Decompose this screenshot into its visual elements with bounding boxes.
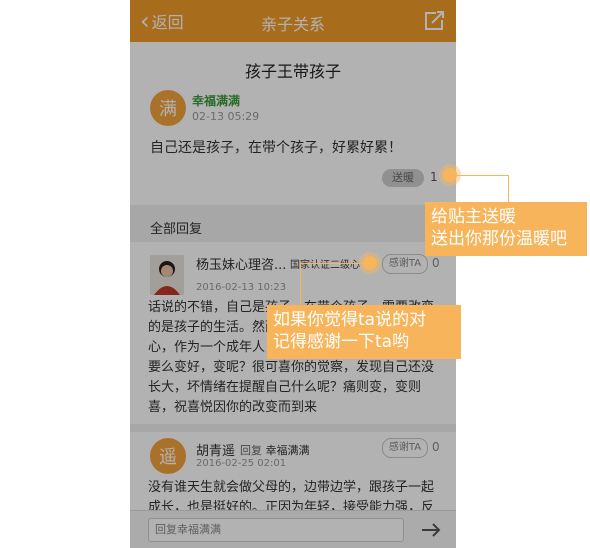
thank-count: 0 — [432, 256, 440, 270]
reply-author[interactable]: 胡青遥 — [196, 440, 235, 459]
thank-tip: 如果你觉得ta说的对 记得感谢一下ta哟 — [267, 305, 461, 359]
post-title: 孩子王带孩子 — [244, 62, 341, 81]
thank-button[interactable]: 感谢TA — [382, 438, 428, 458]
avatar-photo[interactable] — [150, 255, 184, 295]
app-screen: ‹ 返回 亲子关系 孩子王带孩子 满 幸福满满 02-13 05:29 自己还是… — [130, 0, 456, 548]
page-title: 亲子关系 — [260, 15, 325, 34]
warm-button[interactable]: 送暖 — [382, 169, 424, 187]
section-title: 全部回复 — [150, 222, 203, 237]
tip-line — [300, 263, 364, 264]
reply-author[interactable]: 杨玉妹心理咨... — [196, 254, 286, 273]
warm-tip-line1: 给贴主送暖 — [431, 207, 516, 227]
post-author[interactable]: 幸福满满 — [192, 92, 240, 109]
avatar[interactable]: 满 — [150, 90, 186, 126]
tip-line — [300, 263, 301, 305]
reply-list: 杨玉妹心理咨... 国家认证二级心 感谢TA 0 2016-02-13 10:2… — [130, 242, 456, 514]
reply-input[interactable]: 回复幸福满满 — [148, 518, 404, 542]
warm-tip-line2: 送出你那份温暖吧 — [431, 229, 567, 249]
warm-tip: 给贴主送暖 送出你那份温暖吧 — [425, 202, 587, 256]
reply-word: 回复 — [240, 444, 262, 457]
thank-button[interactable]: 感谢TA — [382, 254, 428, 274]
reply-target: 回复 幸福满满 — [240, 442, 310, 458]
top-bar: ‹ 返回 亲子关系 — [130, 0, 456, 42]
thank-tip-line1: 如果你觉得ta说的对 — [273, 310, 427, 330]
reply-bar: 回复幸福满满 — [130, 510, 456, 548]
thank-count: 0 — [432, 440, 440, 454]
reply-time: 2016-02-25 02:01 — [196, 458, 287, 469]
warm-count: 1 — [430, 170, 438, 184]
replies-header: 全部回复 — [130, 212, 456, 240]
thank-highlight — [363, 256, 377, 270]
post-card: 孩子王带孩子 满 幸福满满 02-13 05:29 自己还是孩子，在带个孩子，好… — [130, 42, 456, 205]
tip-line — [508, 175, 509, 202]
divider — [130, 424, 456, 432]
post-body: 自己还是孩子，在带个孩子，好累好累！ — [150, 140, 402, 156]
reply-to-user[interactable]: 幸福满满 — [266, 444, 310, 457]
share-icon[interactable] — [422, 9, 446, 33]
person-photo-icon — [150, 255, 184, 295]
reply-body: 没有谁天生就会做父母的，边带边学，跟孩子一起成长，也是挺好的。正因为年轻，接受能… — [148, 480, 435, 514]
thank-tip-line2: 记得感谢一下ta哟 — [273, 332, 410, 352]
send-arrow-icon[interactable] — [420, 519, 442, 541]
post-time: 02-13 05:29 — [192, 110, 260, 123]
reply-time: 2016-02-13 10:23 — [196, 282, 287, 293]
tip-line — [455, 175, 509, 176]
avatar[interactable]: 遥 — [150, 438, 186, 474]
